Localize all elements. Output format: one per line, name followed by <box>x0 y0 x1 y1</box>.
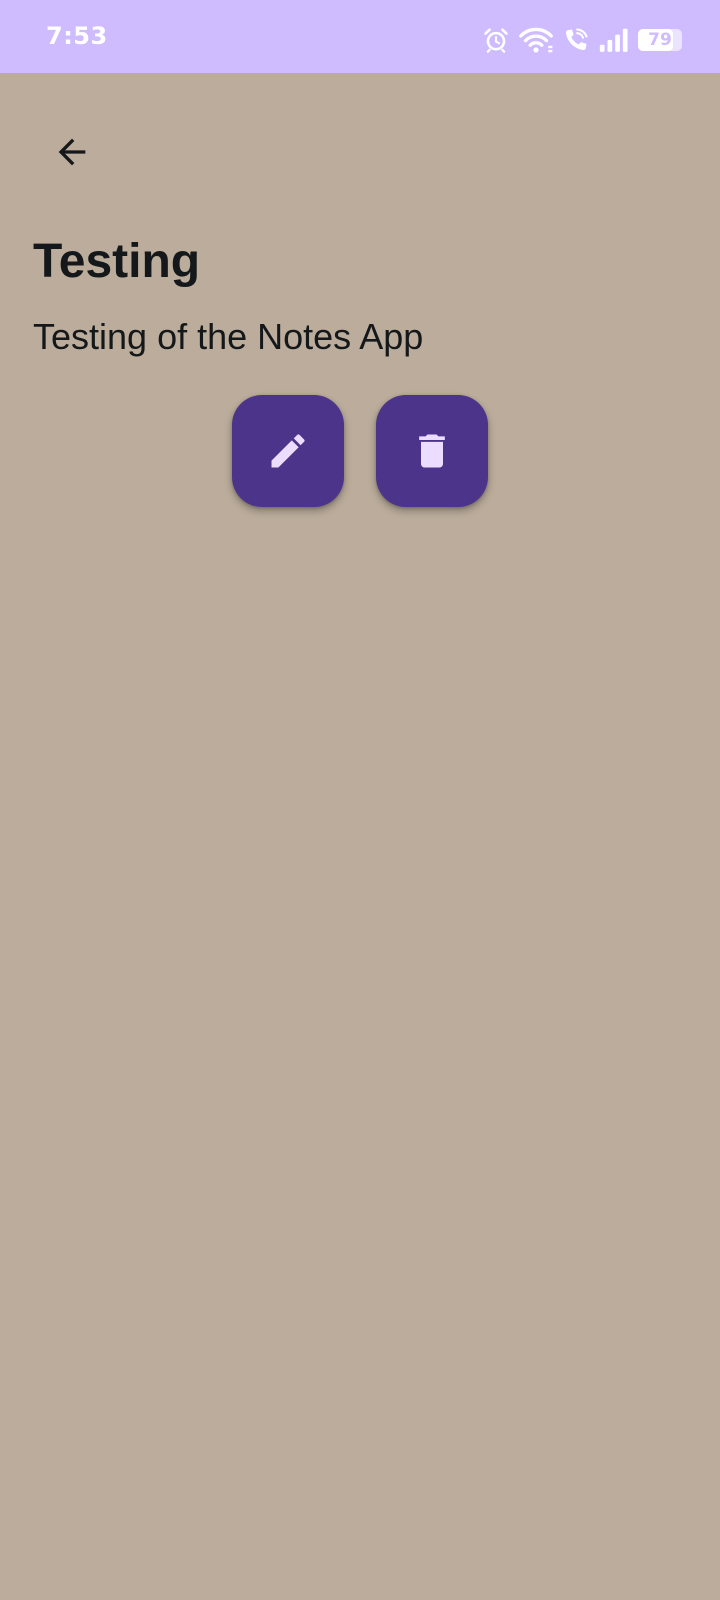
wifi-calling-icon <box>565 28 588 51</box>
note-body: Testing of the Notes App <box>33 316 424 357</box>
delete-button[interactable] <box>376 395 488 507</box>
status-icons: 79 <box>482 24 682 56</box>
signal-icon <box>599 28 628 52</box>
arrow-left-icon <box>58 138 86 166</box>
back-button[interactable] <box>44 124 100 180</box>
note-title: Testing <box>33 235 201 288</box>
pencil-icon <box>271 434 305 468</box>
edit-button[interactable] <box>232 395 344 507</box>
alarm-icon <box>484 28 508 53</box>
battery-percent: 79 <box>648 30 672 50</box>
battery-icon: 79 <box>638 29 682 51</box>
wifi-icon <box>519 27 553 53</box>
status-time: 7:53 <box>46 22 108 50</box>
trash-icon <box>419 434 445 468</box>
status-bar: 7:53 79 <box>0 0 720 73</box>
